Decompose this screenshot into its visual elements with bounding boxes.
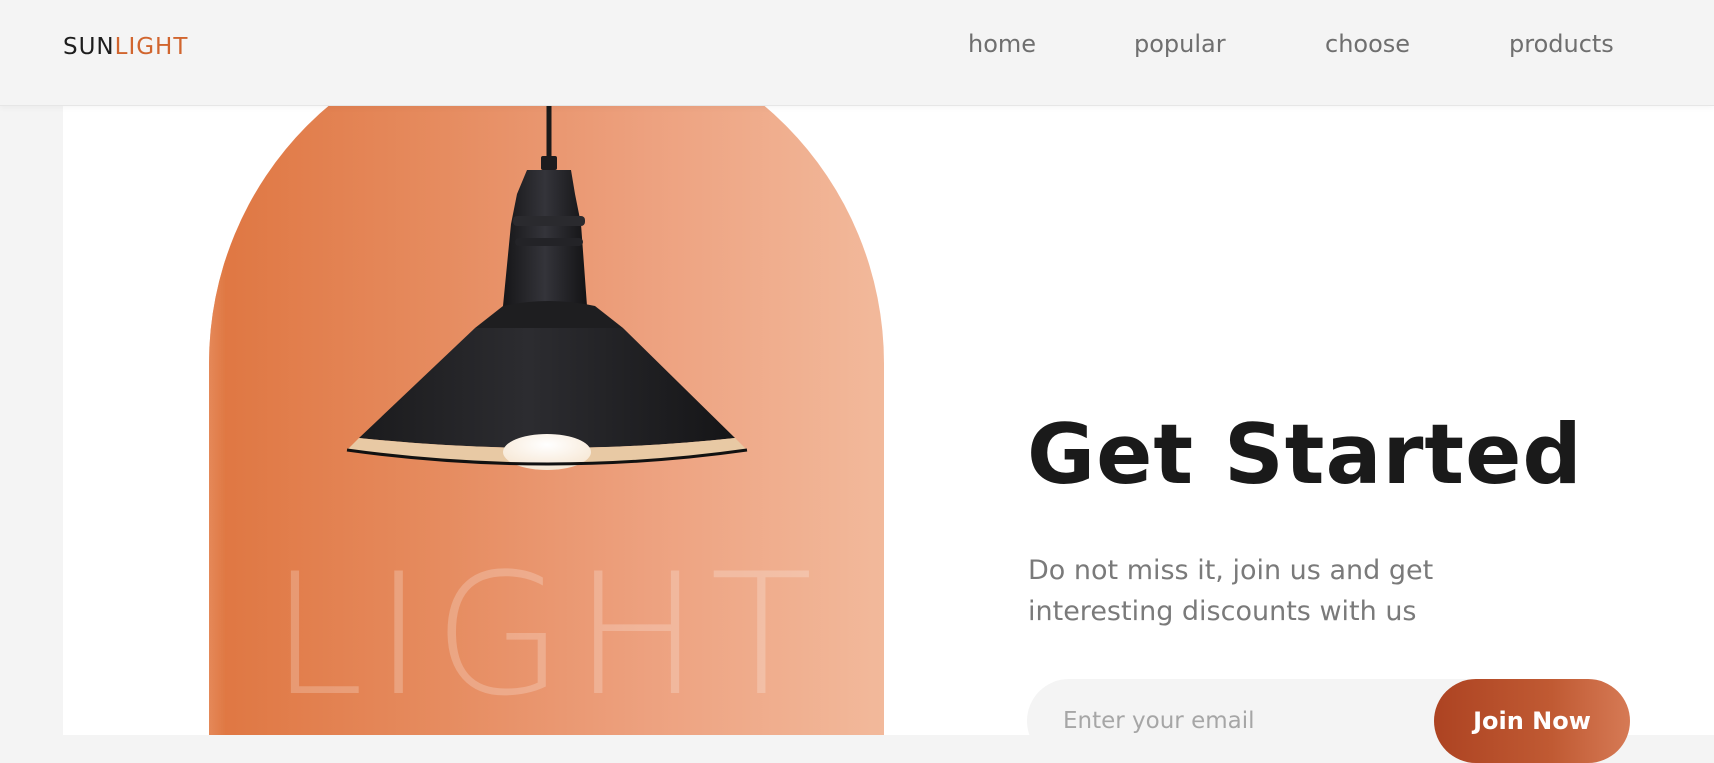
hero-background-word: LIGHT: [270, 537, 823, 733]
nav-choose[interactable]: choose: [1325, 30, 1410, 58]
page-title: Get Started: [1027, 406, 1583, 503]
hero-subtitle: Do not miss it, join us and get interest…: [1028, 555, 1434, 627]
newsletter-form: Join Now: [1027, 679, 1630, 763]
nav-products[interactable]: products: [1509, 30, 1614, 58]
site-header: SUNLIGHT home popular choose products: [0, 0, 1714, 106]
nav-popular[interactable]: popular: [1134, 30, 1226, 58]
email-input[interactable]: [1063, 679, 1423, 763]
main-nav: home popular choose products: [0, 30, 1714, 70]
join-now-button[interactable]: Join Now: [1434, 679, 1630, 763]
hero-image-card: LIGHT: [209, 26, 884, 735]
pendant-lamp-image: [346, 106, 748, 470]
hero-section: LIGHT Get Started Do not miss it, join u…: [63, 26, 1714, 763]
nav-home[interactable]: home: [968, 30, 1036, 58]
